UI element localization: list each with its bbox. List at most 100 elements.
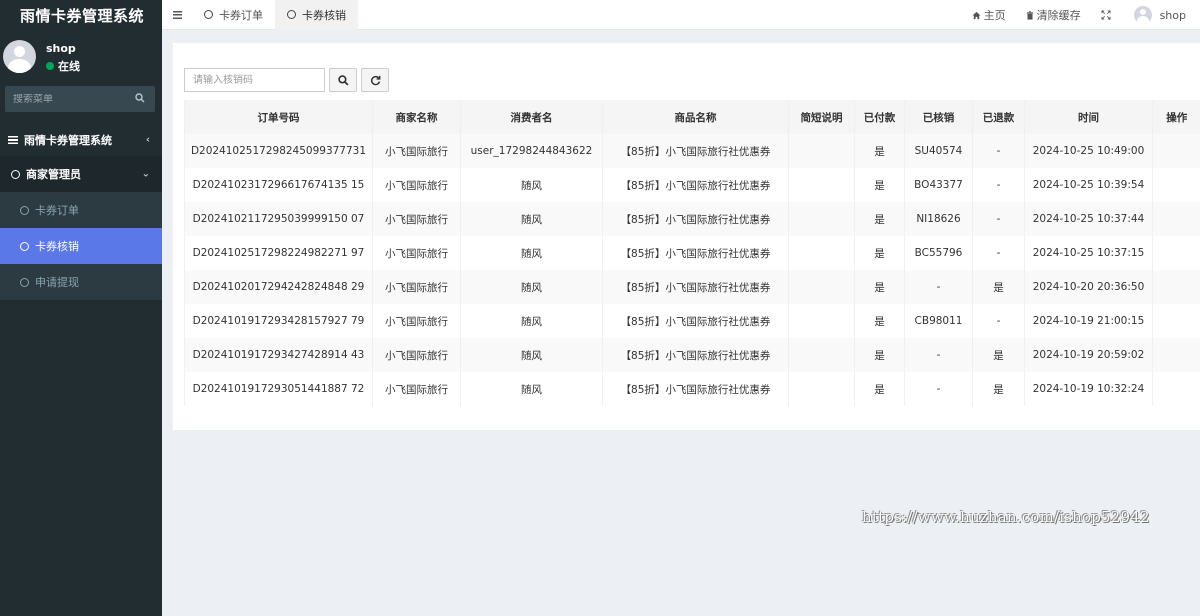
- table-cell: CB98011: [904, 304, 973, 338]
- table-cell: [788, 304, 855, 338]
- table-cell: 小飞国际旅行: [372, 372, 461, 406]
- clear-cache-button[interactable]: 清除缓存: [1016, 7, 1091, 23]
- menu-group-merchant-admin[interactable]: 商家管理员 ⌄: [0, 156, 162, 192]
- sidebar: 雨情卡券管理系统 shop 在线 雨情卡券管理系统 ‹ 商家管理员 ⌄ 卡券订单…: [0, 0, 162, 616]
- table-cell: [788, 338, 855, 372]
- table-row[interactable]: D2024101917293427428914 43 小飞国际旅行 随风 【85折】小…: [184, 338, 1200, 372]
- table-cell: 2024-10-25 10:37:15: [1024, 236, 1153, 270]
- table-cell: -: [904, 372, 973, 406]
- user-menu[interactable]: shop: [1124, 6, 1200, 24]
- table-cell: 随风: [460, 304, 603, 338]
- content-panel: 订单号码商家名称消费者名商品名称简短说明已付款已核销已退款时间操作 D20241…: [173, 42, 1200, 430]
- table-cell: 2024-10-19 20:59:02: [1024, 338, 1153, 372]
- table-cell: BC55796: [904, 236, 973, 270]
- tab-card-orders[interactable]: 卡券订单: [192, 0, 275, 30]
- user-menu-label: shop: [1159, 8, 1186, 22]
- menu-root-label: 雨情卡券管理系统: [24, 134, 112, 147]
- table-cell: -: [972, 134, 1025, 168]
- table-cell: 是: [972, 372, 1025, 406]
- watermark-url: https://www.huzhan.com/ishop52942: [862, 508, 1150, 526]
- column-header: 已付款: [854, 100, 905, 134]
- table-cell: BO43377: [904, 168, 973, 202]
- table-cell: -: [972, 236, 1025, 270]
- table-cell: 小飞国际旅行: [372, 134, 461, 168]
- table-cell: NI18626: [904, 202, 973, 236]
- table-row[interactable]: D2024102517298224982271 97 小飞国际旅行 随风 【85折】小…: [184, 236, 1200, 270]
- search-icon[interactable]: [135, 93, 145, 103]
- table-cell: 是: [854, 338, 905, 372]
- menu-root[interactable]: 雨情卡券管理系统 ‹: [0, 124, 162, 156]
- avatar: [3, 40, 36, 73]
- table-cell: 随风: [460, 270, 603, 304]
- table-cell: D2024101917293427428914 43: [184, 338, 373, 372]
- table-row[interactable]: D2024102517298245099377731 小飞国际旅行 user_172…: [184, 134, 1200, 168]
- table-cell: [788, 202, 855, 236]
- avatar: [1133, 6, 1152, 24]
- table-cell: 小飞国际旅行: [372, 304, 461, 338]
- tab-label: 卡券核销: [302, 8, 346, 22]
- table-cell: D2024102517298224982271 97: [184, 236, 373, 270]
- home-link[interactable]: 主页: [962, 7, 1016, 23]
- user-name: shop: [46, 42, 76, 55]
- table-cell: D2024102517298245099377731: [184, 134, 373, 168]
- refresh-button[interactable]: [361, 68, 389, 92]
- table-cell: 2024-10-20 20:36:50: [1024, 270, 1153, 304]
- menu-toggle-icon[interactable]: [162, 0, 192, 30]
- search-button[interactable]: [329, 68, 357, 92]
- table-cell: [1152, 304, 1200, 338]
- circle-o-icon: [20, 241, 29, 251]
- table-cell: -: [972, 304, 1025, 338]
- table-cell: [1152, 134, 1200, 168]
- table-cell: 【85折】小飞国际旅行社优惠券: [602, 134, 789, 168]
- table-cell: 随风: [460, 168, 603, 202]
- chevron-left-icon: ‹: [145, 134, 150, 146]
- table-cell: 2024-10-25 10:39:54: [1024, 168, 1153, 202]
- home-label: 主页: [983, 9, 1006, 22]
- circle-o-icon: [204, 10, 213, 19]
- table-cell: -: [904, 338, 973, 372]
- table-cell: [1152, 338, 1200, 372]
- table-row[interactable]: D2024102117295039999150 07 小飞国际旅行 随风 【85折】小…: [184, 202, 1200, 236]
- redeem-code-input[interactable]: [184, 68, 325, 92]
- tab-label: 卡券订单: [219, 8, 263, 22]
- table-cell: [788, 270, 855, 304]
- table-cell: [788, 236, 855, 270]
- app-logo[interactable]: 雨情卡券管理系统: [0, 0, 162, 30]
- table-cell: 是: [972, 338, 1025, 372]
- table-cell: 【85折】小飞国际旅行社优惠券: [602, 236, 789, 270]
- table-cell: 【85折】小飞国际旅行社优惠券: [602, 270, 789, 304]
- table-cell: 随风: [460, 372, 603, 406]
- clear-cache-label: 清除缓存: [1036, 9, 1081, 22]
- tab-card-redeem[interactable]: 卡券核销: [275, 0, 358, 30]
- table-cell: [788, 372, 855, 406]
- table-cell: 2024-10-25 10:37:44: [1024, 202, 1153, 236]
- table-cell: 是: [972, 270, 1025, 304]
- table-cell: 【85折】小飞国际旅行社优惠券: [602, 372, 789, 406]
- table-row[interactable]: D2024101917293051441887 72 小飞国际旅行 随风 【85折】小…: [184, 372, 1200, 406]
- table-cell: [1152, 168, 1200, 202]
- table-cell: 2024-10-19 10:32:24: [1024, 372, 1153, 406]
- column-header: 时间: [1024, 100, 1153, 134]
- sidebar-item-card-redeem[interactable]: 卡券核销: [0, 228, 162, 264]
- sidebar-item-card-orders[interactable]: 卡券订单: [0, 192, 162, 228]
- table-cell: 是: [854, 168, 905, 202]
- fullscreen-button[interactable]: [1091, 10, 1124, 20]
- user-panel: shop 在线: [0, 36, 162, 84]
- table-cell: D2024102117295039999150 07: [184, 202, 373, 236]
- table-cell: -: [972, 168, 1025, 202]
- table-cell: -: [904, 270, 973, 304]
- column-header: 简短说明: [788, 100, 855, 134]
- sidebar-search-input[interactable]: [5, 93, 125, 105]
- table-cell: D2024101917293051441887 72: [184, 372, 373, 406]
- expand-icon: [1101, 10, 1111, 20]
- column-header: 商家名称: [372, 100, 461, 134]
- table-row[interactable]: D2024102317296617674135 15 小飞国际旅行 随风 【85折】小…: [184, 168, 1200, 202]
- table-row[interactable]: D2024102017294242824848 29 小飞国际旅行 随风 【85折】小…: [184, 270, 1200, 304]
- table-row[interactable]: D2024101917293428157927 79 小飞国际旅行 随风 【85折】小…: [184, 304, 1200, 338]
- circle-o-icon: [20, 205, 29, 215]
- table-cell: 【85折】小飞国际旅行社优惠券: [602, 202, 789, 236]
- table-cell: [1152, 372, 1200, 406]
- sidebar-item-withdraw[interactable]: 申请提现: [0, 264, 162, 300]
- redeem-table: 订单号码 商家名称 消费者名 商品名称 简短说明 已付款 已核销 已退款 时间 操作 D20241…: [184, 100, 1200, 406]
- table-cell: 小飞国际旅行: [372, 202, 461, 236]
